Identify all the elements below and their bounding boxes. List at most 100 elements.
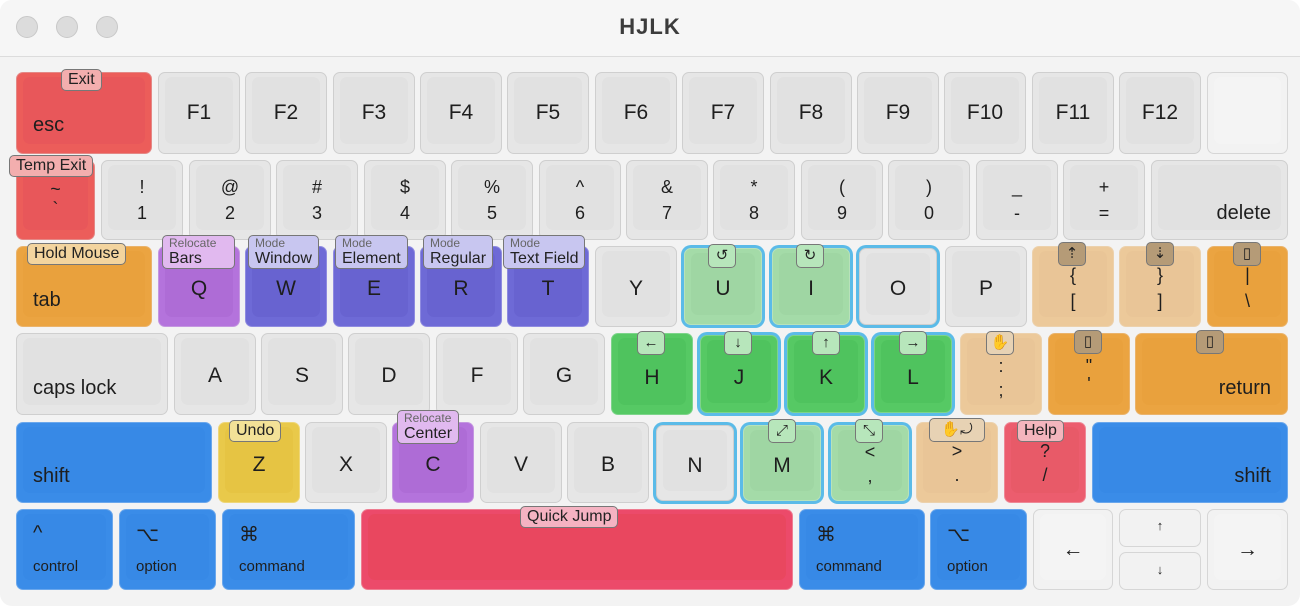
- key-f12[interactable]: F12: [1119, 72, 1201, 154]
- key-minus[interactable]: _ -: [976, 160, 1058, 240]
- key-f1[interactable]: F1: [158, 72, 240, 154]
- key-s[interactable]: S: [261, 333, 343, 415]
- mouse-left-click-icon: ▯: [1233, 242, 1261, 266]
- key-label: option: [947, 558, 988, 575]
- key-b[interactable]: B: [567, 422, 649, 503]
- key-shift-right[interactable]: shift: [1092, 422, 1288, 503]
- key-g[interactable]: G: [523, 333, 605, 415]
- key-label: esc: [33, 114, 65, 136]
- arrow-left-icon: ←: [1062, 538, 1084, 561]
- key-label-top: ?: [1039, 441, 1050, 461]
- key-1[interactable]: ! 1: [101, 160, 183, 240]
- key-f8[interactable]: F8: [770, 72, 852, 154]
- key-option-right[interactable]: ⌥ option: [930, 509, 1027, 590]
- key-f[interactable]: F: [436, 333, 518, 415]
- key-f3[interactable]: F3: [333, 72, 415, 154]
- key-9[interactable]: (9: [801, 160, 883, 240]
- move-right-icon: →: [899, 331, 927, 355]
- key-f7[interactable]: F7: [682, 72, 764, 154]
- key-n[interactable]: N: [656, 425, 734, 501]
- key-0[interactable]: ) 0: [888, 160, 970, 240]
- key-f9[interactable]: F9: [857, 72, 939, 154]
- key-f11[interactable]: F11: [1032, 72, 1114, 154]
- arrow-down-icon: ↓: [1156, 562, 1164, 577]
- shrink-icon: ⤡: [855, 419, 883, 443]
- option-symbol-icon: ⌥: [136, 524, 160, 546]
- key-command-right[interactable]: ⌘ command: [799, 509, 925, 590]
- key-label: T: [541, 277, 555, 300]
- grab-drop-icon: ✋⤾: [929, 418, 985, 442]
- key-x[interactable]: X: [305, 422, 387, 503]
- key-label-bottom: 5: [486, 203, 497, 223]
- key-5[interactable]: % 5: [451, 160, 533, 240]
- key-option-left[interactable]: ⌥ option: [119, 509, 216, 590]
- key-label-top: %: [483, 177, 500, 197]
- key-7[interactable]: & 7: [626, 160, 708, 240]
- key-label-top: >: [951, 441, 963, 461]
- key-8[interactable]: * 8: [713, 160, 795, 240]
- key-label: return: [1218, 377, 1271, 399]
- key-equals[interactable]: + =: [1063, 160, 1145, 240]
- key-y[interactable]: Y: [595, 246, 677, 327]
- key-f6[interactable]: F6: [595, 72, 677, 154]
- arrow-up-icon: ↑: [1156, 518, 1164, 533]
- key-delete[interactable]: delete: [1151, 160, 1288, 240]
- key-f2[interactable]: F2: [245, 72, 327, 154]
- key-caps-lock[interactable]: caps lock: [16, 333, 168, 415]
- key-p[interactable]: P: [945, 246, 1027, 327]
- rotate-counterclockwise-icon: ↺: [708, 244, 736, 268]
- control-symbol-icon: ^: [33, 522, 43, 544]
- badge-label: Bars: [169, 250, 202, 267]
- key-label: X: [338, 453, 353, 476]
- key-label-bottom: \: [1244, 291, 1250, 311]
- badge-caption: Relocate: [404, 411, 452, 425]
- key-label: C: [425, 453, 441, 476]
- key-label-top: }: [1156, 265, 1163, 285]
- key-label: command: [239, 558, 305, 575]
- key-label-top: !: [139, 177, 145, 197]
- key-arrow-left[interactable]: ←: [1033, 509, 1113, 590]
- key-label: K: [818, 366, 833, 389]
- key-label-top: {: [1069, 265, 1076, 285]
- key-label: caps lock: [33, 377, 117, 399]
- key-label: Z: [252, 453, 266, 476]
- window-title: HJLK: [619, 14, 681, 39]
- title-bar: HJLK: [0, 0, 1300, 57]
- key-o[interactable]: O: [859, 248, 937, 325]
- exit-badge: Exit: [61, 69, 102, 91]
- key-6[interactable]: ^ 6: [539, 160, 621, 240]
- key-2[interactable]: @2: [189, 160, 271, 240]
- key-f4[interactable]: F4: [420, 72, 502, 154]
- key-control[interactable]: ^ control: [16, 509, 113, 590]
- key-label: N: [687, 454, 703, 477]
- key-label: P: [978, 277, 993, 300]
- key-arrow-down[interactable]: ↓: [1119, 552, 1201, 590]
- badge-label: Window: [255, 250, 312, 267]
- key-arrow-up[interactable]: ↑: [1119, 509, 1201, 547]
- key-label-top: (: [839, 177, 845, 197]
- key-label: W: [276, 277, 296, 300]
- scroll-down-icon: ⇣: [1146, 242, 1174, 266]
- relocate-center-badge: Relocate Center: [397, 410, 460, 444]
- key-a[interactable]: A: [174, 333, 256, 415]
- move-left-icon: ←: [637, 331, 665, 355]
- key-d[interactable]: D: [348, 333, 430, 415]
- key-label: shift: [33, 465, 70, 487]
- key-label: V: [513, 453, 528, 476]
- badge-caption: Mode: [430, 236, 461, 250]
- key-label: G: [555, 364, 573, 387]
- key-label: I: [808, 277, 814, 300]
- key-f10[interactable]: F10: [944, 72, 1026, 154]
- key-4[interactable]: $4: [364, 160, 446, 240]
- key-label-top: +: [1098, 177, 1110, 197]
- key-3[interactable]: #3: [276, 160, 358, 240]
- key-arrow-right[interactable]: →: [1207, 509, 1288, 590]
- mode-regular-badge: Mode Regular: [423, 235, 494, 269]
- key-shift-left[interactable]: shift: [16, 422, 212, 503]
- key-f5[interactable]: F5: [507, 72, 589, 154]
- key-label-top: ^: [575, 177, 585, 197]
- key-label: D: [381, 364, 397, 387]
- key-command-left[interactable]: ⌘ command: [222, 509, 355, 590]
- key-power[interactable]: [1207, 72, 1288, 154]
- key-v[interactable]: V: [480, 422, 562, 503]
